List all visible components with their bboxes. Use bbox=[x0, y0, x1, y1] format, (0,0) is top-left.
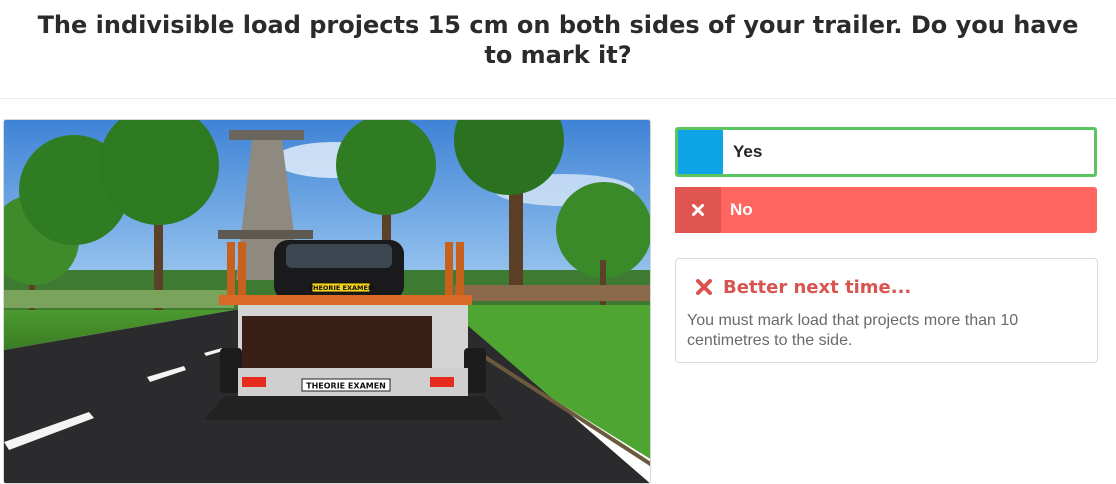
feedback-title: Better next time... bbox=[723, 276, 912, 298]
answer-yes-button[interactable]: Yes bbox=[675, 127, 1097, 177]
feedback-header: Better next time... bbox=[696, 273, 911, 301]
feedback-text: You must mark load that projects more th… bbox=[687, 312, 1019, 349]
question-title: The indivisible load projects 15 cm on b… bbox=[37, 11, 1079, 69]
close-icon bbox=[692, 204, 704, 216]
question-image: THEORIE EXAMEN THEORIE EXAMEN bbox=[3, 119, 651, 484]
car-plate: THEORIE EXAMEN bbox=[309, 284, 374, 292]
answer-no-button[interactable]: No bbox=[675, 187, 1097, 233]
trailer-plate: THEORIE EXAMEN bbox=[306, 382, 386, 391]
answer-yes-label: Yes bbox=[733, 142, 763, 161]
feedback-panel: Better next time... You must mark load t… bbox=[675, 258, 1098, 363]
close-icon bbox=[696, 279, 712, 295]
divider bbox=[0, 98, 1116, 99]
answer-no-label: No bbox=[730, 200, 753, 219]
answer-yes-tile bbox=[678, 130, 723, 174]
answer-no-tile bbox=[675, 187, 721, 233]
